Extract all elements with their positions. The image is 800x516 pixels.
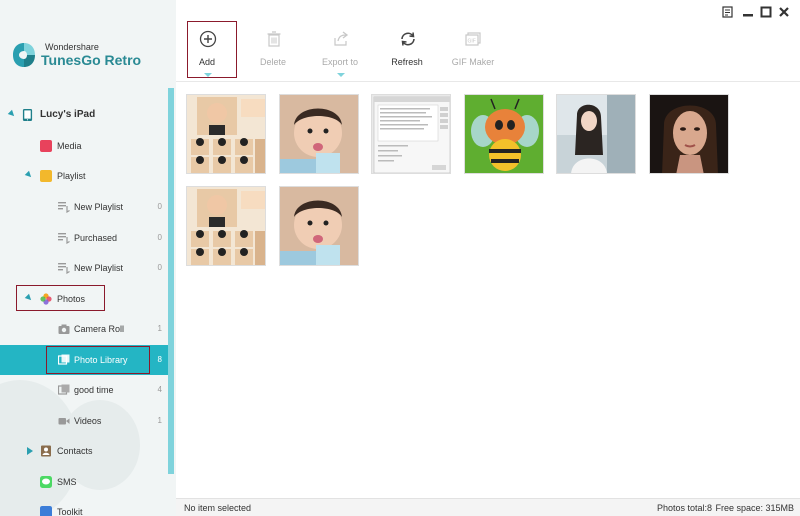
brand-company: Wondershare [45,42,99,52]
selection-status: No item selected [184,503,252,513]
photo-thumbnail[interactable] [279,94,359,174]
dropdown-caret-icon[interactable] [337,73,345,77]
woman-portrait-image [650,95,728,173]
refresh-icon [401,32,415,46]
baby-collage-image [187,187,265,265]
photos-total: Photos total:8 [656,503,712,513]
sms-icon [40,476,52,488]
photo-thumbnail[interactable] [464,94,544,174]
item-count: 1 [157,416,162,425]
baby-ice-cream-image [280,187,358,265]
sidebar-item-label: Playlist [57,171,86,181]
music-icon [40,140,52,152]
girl-outdoor-image [557,95,635,173]
expand-arrow-icon[interactable] [7,109,17,119]
toolkit-icon [40,506,52,516]
sidebar-item-label: Purchased [74,233,118,243]
delete-label: Delete [259,57,286,67]
status-bar: No item selected Photos total:8 Free spa… [176,498,800,516]
sidebar-item-playlist[interactable]: Playlist [0,161,168,191]
gif-maker-label: GIF Maker [451,57,495,67]
screenshot-dialog-image [372,95,450,173]
refresh-label: Refresh [391,57,423,67]
trash-icon [267,31,281,47]
item-count: 1 [157,324,162,333]
item-count: 8 [157,355,162,364]
main-panel: Add Delete Export to Refresh GIF GIF Mak… [176,0,800,516]
free-space: Free space: 315MB [715,503,794,513]
sidebar-item-toolkit[interactable]: Toolkit [0,497,168,516]
sidebar-item-camera-roll[interactable]: Camera Roll 1 [0,314,168,344]
playlist-file-icon [58,233,70,244]
baby-collage-image [187,95,265,173]
item-count: 0 [157,202,162,211]
sidebar: Wondershare TunesGo Retro Lucy's iPad Me… [0,0,176,516]
export-button[interactable]: Export to [310,22,370,78]
sidebar-item-media[interactable]: Media [0,131,168,161]
playlist-file-icon [58,263,70,274]
svg-text:GIF: GIF [468,39,476,45]
sidebar-item-label: Contacts [57,446,93,456]
sidebar-item-label: good time [74,385,114,395]
sidebar-item-label: Camera Roll [74,324,125,334]
sidebar-scrollbar[interactable] [168,88,174,474]
photo-thumbnail[interactable] [186,94,266,174]
refresh-button[interactable]: Refresh [377,22,437,78]
sidebar-item-device[interactable]: Lucy's iPad [0,100,168,130]
sidebar-item-purchased[interactable]: Purchased 0 [0,223,168,253]
export-label: Export to [321,57,359,67]
sidebar-item-label: Toolkit [57,507,83,516]
contacts-icon [41,445,51,457]
gif-icon: GIF [465,32,481,46]
ipad-icon [22,109,33,121]
item-count: 4 [157,385,162,394]
album-icon [58,384,70,395]
photo-thumbnail[interactable] [279,186,359,266]
sidebar-item-label: New Playlist [74,202,124,212]
toolbar: Add Delete Export to Refresh GIF GIF Mak… [176,0,800,82]
sidebar-item-sms[interactable]: SMS [0,467,168,497]
sidebar-item-label: Videos [74,416,102,426]
baby-ice-cream-image [280,95,358,173]
highlight-box [187,21,237,78]
device-name: Lucy's iPad [40,109,96,120]
highlight-box [16,285,105,311]
playlist-file-icon [58,202,70,213]
cartoon-bee-image [465,95,543,173]
playlist-icon [40,170,52,182]
gif-maker-button[interactable]: GIF GIF Maker [443,22,503,78]
sidebar-item-good-time[interactable]: good time 4 [0,375,168,405]
app-logo: Wondershare TunesGo Retro [12,40,172,72]
expand-arrow-icon[interactable] [24,170,34,180]
camera-icon [58,324,70,334]
tunesgo-logo-icon [13,43,35,67]
sidebar-item-new-playlist[interactable]: New Playlist 0 [0,192,168,222]
delete-button[interactable]: Delete [243,22,303,78]
sidebar-item-label: Media [57,141,82,151]
sidebar-item-label: New Playlist [74,263,124,273]
photo-thumbnail[interactable] [371,94,451,174]
photo-thumbnail[interactable] [186,186,266,266]
video-icon [58,418,70,425]
sidebar-item-videos[interactable]: Videos 1 [0,406,168,436]
export-icon [334,31,349,46]
item-count: 0 [157,233,162,242]
sidebar-item-label: SMS [57,477,77,487]
brand-product: TunesGo Retro [41,52,142,68]
photo-thumbnail[interactable] [556,94,636,174]
sidebar-item-contacts[interactable]: Contacts [0,436,168,466]
sidebar-item-new-playlist[interactable]: New Playlist 0 [0,253,168,283]
item-count: 0 [157,263,162,272]
photo-thumbnail[interactable] [649,94,729,174]
collapse-arrow-icon[interactable] [27,447,33,455]
highlight-box [46,346,150,374]
